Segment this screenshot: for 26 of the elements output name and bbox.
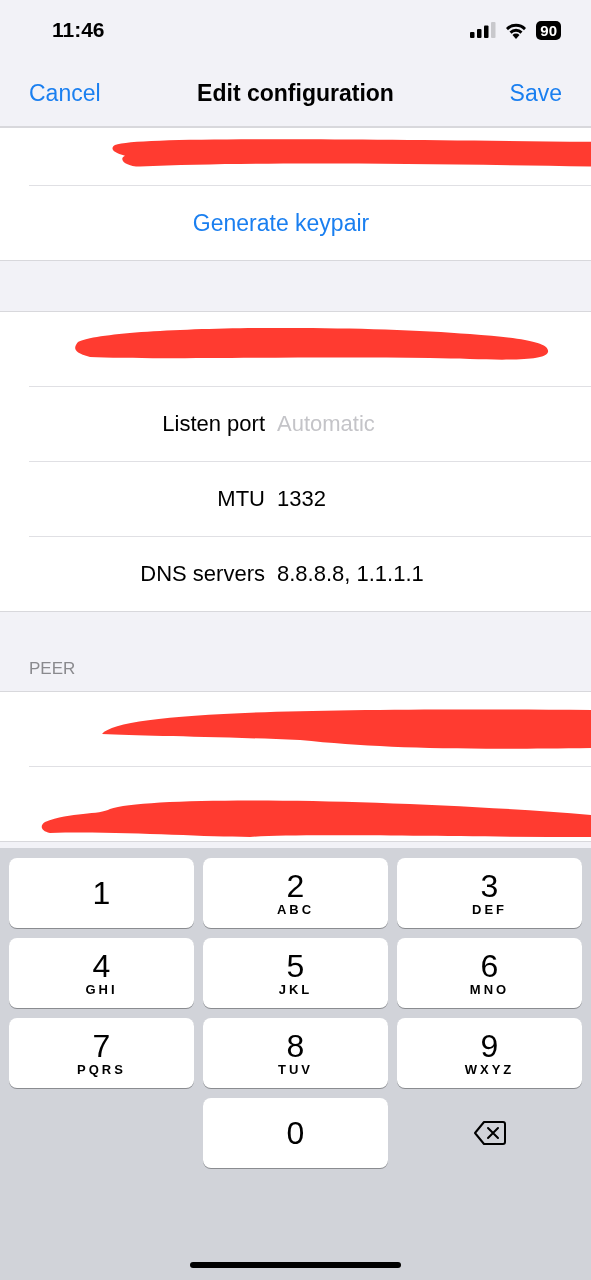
keypad-key[interactable]: 9 WXYZ	[397, 1018, 582, 1088]
signal-icon	[470, 22, 497, 38]
keypad-key[interactable]: 8 TUV	[203, 1018, 388, 1088]
input-field[interactable]: 1332	[277, 486, 557, 512]
cancel-button[interactable]: Cancel	[29, 79, 101, 107]
clock: 11:46	[52, 18, 105, 42]
keypad-key[interactable]: 1	[9, 858, 194, 928]
keypad-key[interactable]: 4 GHI	[9, 938, 194, 1008]
section-header: PEER	[29, 659, 76, 679]
keypad-key[interactable]: 7 PQRS	[9, 1018, 194, 1088]
field-label: DNS servers	[139, 561, 265, 587]
generate-keypair-button[interactable]: Generate keypair	[0, 209, 562, 237]
keypad-key[interactable]: 5 JKL	[203, 938, 388, 1008]
battery-level: 90	[536, 20, 561, 40]
field-label: MTU	[216, 486, 265, 512]
field-label: Listen port	[161, 411, 265, 437]
input-field[interactable]: Automatic	[277, 411, 557, 437]
screen-title: Edit configuration	[197, 79, 394, 106]
backspace-icon	[472, 1120, 507, 1146]
save-button[interactable]: Save	[509, 79, 562, 107]
input-field[interactable]: 8.8.8.8, 1.1.1.1	[277, 561, 557, 587]
wifi-icon	[504, 21, 529, 39]
keypad-key[interactable]: 2 ABC	[203, 858, 388, 928]
keypad-key[interactable]: 3 DEF	[397, 858, 582, 928]
keypad-key[interactable]: 6 MNO	[397, 938, 582, 1008]
keypad-key[interactable]: 0	[203, 1098, 388, 1168]
